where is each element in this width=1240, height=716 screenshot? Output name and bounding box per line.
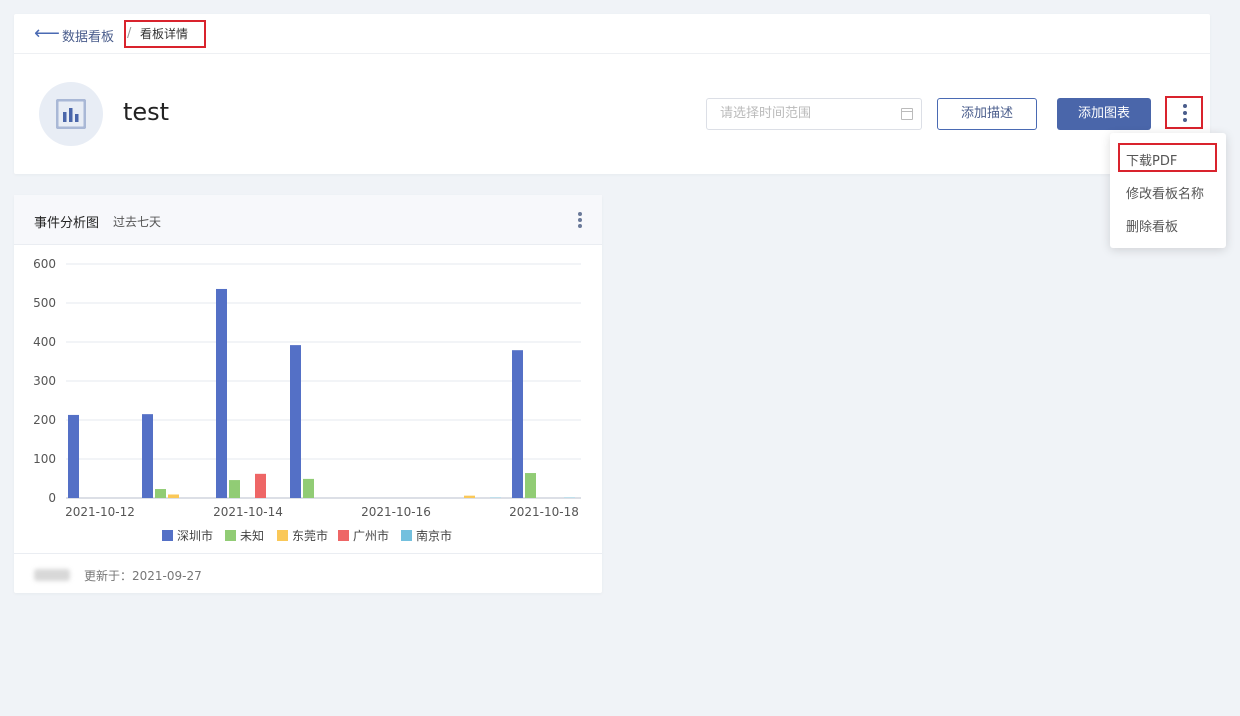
chart-card-footer: 更新于：2021-09-27 (14, 553, 602, 593)
breadcrumb-current: 看板详情 (124, 20, 206, 48)
y-tick-label: 200 (33, 413, 56, 427)
blurred-author (34, 569, 70, 581)
y-tick-label: 300 (33, 374, 56, 388)
chart-card: 事件分析图 过去七天 0 100 200 300 400 500 600 2021-10-12… (14, 195, 602, 593)
x-tick-label: 2021-10-18 (509, 505, 579, 519)
legend-label: 东莞市 (292, 528, 328, 543)
legend-label: 未知 (240, 529, 264, 543)
more-icon-dot (1183, 118, 1187, 122)
x-tick-label: 2021-10-16 (361, 505, 431, 519)
back-arrow-icon[interactable]: ⟵ (34, 24, 60, 44)
chart-bar (216, 288, 227, 498)
chart-bar (512, 350, 523, 498)
add-chart-button[interactable]: 添加图表 (1057, 98, 1151, 130)
chart-bar (525, 473, 536, 498)
y-tick-label: 500 (33, 296, 56, 310)
legend-swatch (338, 530, 349, 541)
page-title: test (123, 98, 170, 126)
chart-more-button[interactable] (576, 211, 584, 229)
legend-label: 广州市 (353, 528, 389, 543)
chart-bar (290, 345, 301, 498)
menu-item-rename-board[interactable]: 修改看板名称 (1126, 183, 1204, 202)
x-tick-label: 2021-10-14 (213, 505, 283, 519)
chart-bar (68, 414, 79, 498)
more-options-button[interactable] (1165, 96, 1203, 129)
chart-bar (229, 480, 240, 498)
chart-bar (255, 473, 266, 498)
y-tick-label: 400 (33, 335, 56, 349)
menu-item-delete-board[interactable]: 删除看板 (1126, 216, 1178, 235)
more-icon-dot (1183, 104, 1187, 108)
breadcrumb: ⟵ 数据看板 / 看板详情 (14, 14, 1210, 54)
chart-card-header: 事件分析图 过去七天 (14, 195, 602, 245)
chart-bar (155, 489, 166, 498)
y-tick-label: 0 (48, 491, 56, 505)
more-icon-dot (578, 218, 582, 222)
chart-bar (303, 478, 314, 498)
breadcrumb-link-dashboards[interactable]: 数据看板 (62, 26, 114, 45)
calendar-icon (901, 108, 913, 120)
updated-time: 更新于：2021-09-27 (84, 569, 202, 583)
x-tick-label: 2021-10-12 (65, 505, 135, 519)
legend-swatch (225, 530, 236, 541)
more-icon-dot (578, 224, 582, 228)
legend-swatch (277, 530, 288, 541)
chart-title: 事件分析图 (34, 216, 100, 231)
y-tick-label: 600 (33, 257, 56, 271)
bar-chart-icon (56, 99, 86, 129)
menu-item-download-pdf[interactable]: 下载PDF (1126, 150, 1177, 169)
bar-chart: 0 100 200 300 400 500 600 2021-10-12 2021-10-14 2… (33, 257, 581, 543)
date-range-input[interactable]: 请选择时间范围 (706, 98, 922, 130)
chart-bar (464, 495, 475, 498)
legend-label: 南京市 (416, 528, 452, 543)
board-title-row: test 请选择时间范围 添加描述 添加图表 (14, 54, 1210, 174)
legend-label: 深圳市 (177, 528, 213, 543)
y-tick-label: 100 (33, 452, 56, 466)
add-description-button[interactable]: 添加描述 (937, 98, 1037, 130)
board-header-card: ⟵ 数据看板 / 看板详情 test 请选择时间范围 添加描述 添加图表 (14, 14, 1210, 174)
chart-time-range: 过去七天 (113, 215, 162, 229)
more-icon-dot (578, 212, 582, 216)
more-options-menu: 下载PDF 修改看板名称 删除看板 (1110, 133, 1226, 248)
legend-swatch (401, 530, 412, 541)
more-icon-dot (1183, 111, 1187, 115)
chart-bar (168, 494, 179, 498)
chart-bar (142, 414, 153, 498)
date-range-placeholder: 请选择时间范围 (720, 106, 812, 121)
board-avatar (39, 82, 103, 146)
legend-swatch (162, 530, 173, 541)
